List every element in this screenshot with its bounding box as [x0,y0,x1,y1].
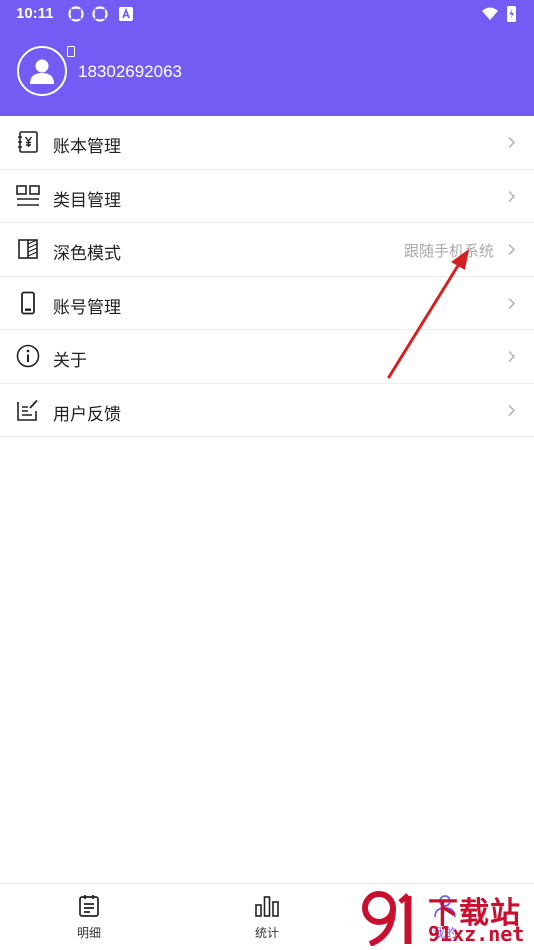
category-grid-icon [16,184,40,206]
status-time: 10:11 [16,5,54,22]
settings-menu: 账本管理 类目管理 深色模式 跟随手机系统 账号管理 关于 用户反馈 [0,116,534,437]
status-bar: 10:11 [0,0,534,28]
feedback-icon [17,399,38,421]
menu-item-feedback[interactable]: 用户反馈 [0,384,534,437]
bar-chart-icon [255,896,279,917]
menu-label: 关于 [53,351,87,371]
list-detail-icon [79,895,99,917]
watermark-logo-icon [362,891,412,946]
chevron-right-icon [508,404,516,416]
status-right-icons [482,6,516,22]
site-watermark: 下载站 91xz.net [358,886,534,950]
dark-mode-value: 跟随手机系统 [403,242,494,260]
menu-item-category[interactable]: 类目管理 [0,170,534,223]
chevron-right-icon [508,350,516,363]
chevron-right-icon [508,297,516,309]
ledger-yuan-icon [18,131,38,153]
nav-item-statistics[interactable]: 统计 [207,884,327,950]
menu-label: 账号管理 [53,297,121,318]
watermark-domain: 91xz.net [428,922,525,946]
wifi-icon [482,7,498,20]
chevron-right-icon [508,136,516,149]
avatar[interactable] [17,46,67,96]
menu-item-about[interactable]: 关于 [0,330,534,384]
phone-number: 18302692063 [78,62,183,81]
info-icon [16,344,40,368]
menu-item-ledger[interactable]: 账本管理 [0,116,534,170]
user-avatar-icon [30,59,54,84]
menu-item-dark-mode[interactable]: 深色模式 跟随手机系统 [0,223,534,277]
sync-icon [68,6,84,22]
menu-label: 用户反馈 [53,404,121,425]
nav-label: 统计 [254,926,279,940]
dark-mode-icon [18,239,38,259]
menu-label: 类目管理 [53,190,121,211]
nav-label: 明细 [76,926,101,940]
nav-item-details[interactable]: 明细 [29,884,149,950]
menu-item-account[interactable]: 账号管理 [0,277,534,330]
sync-icon [92,6,108,22]
chevron-right-icon [508,243,516,256]
menu-label: 深色模式 [53,244,121,264]
phone-badge-icon [67,46,75,57]
chevron-right-icon [508,190,516,202]
phone-icon [21,291,35,314]
menu-label: 账本管理 [53,137,121,157]
font-a-icon [119,7,133,21]
profile-header: 10:11 18302692063 [0,0,534,116]
